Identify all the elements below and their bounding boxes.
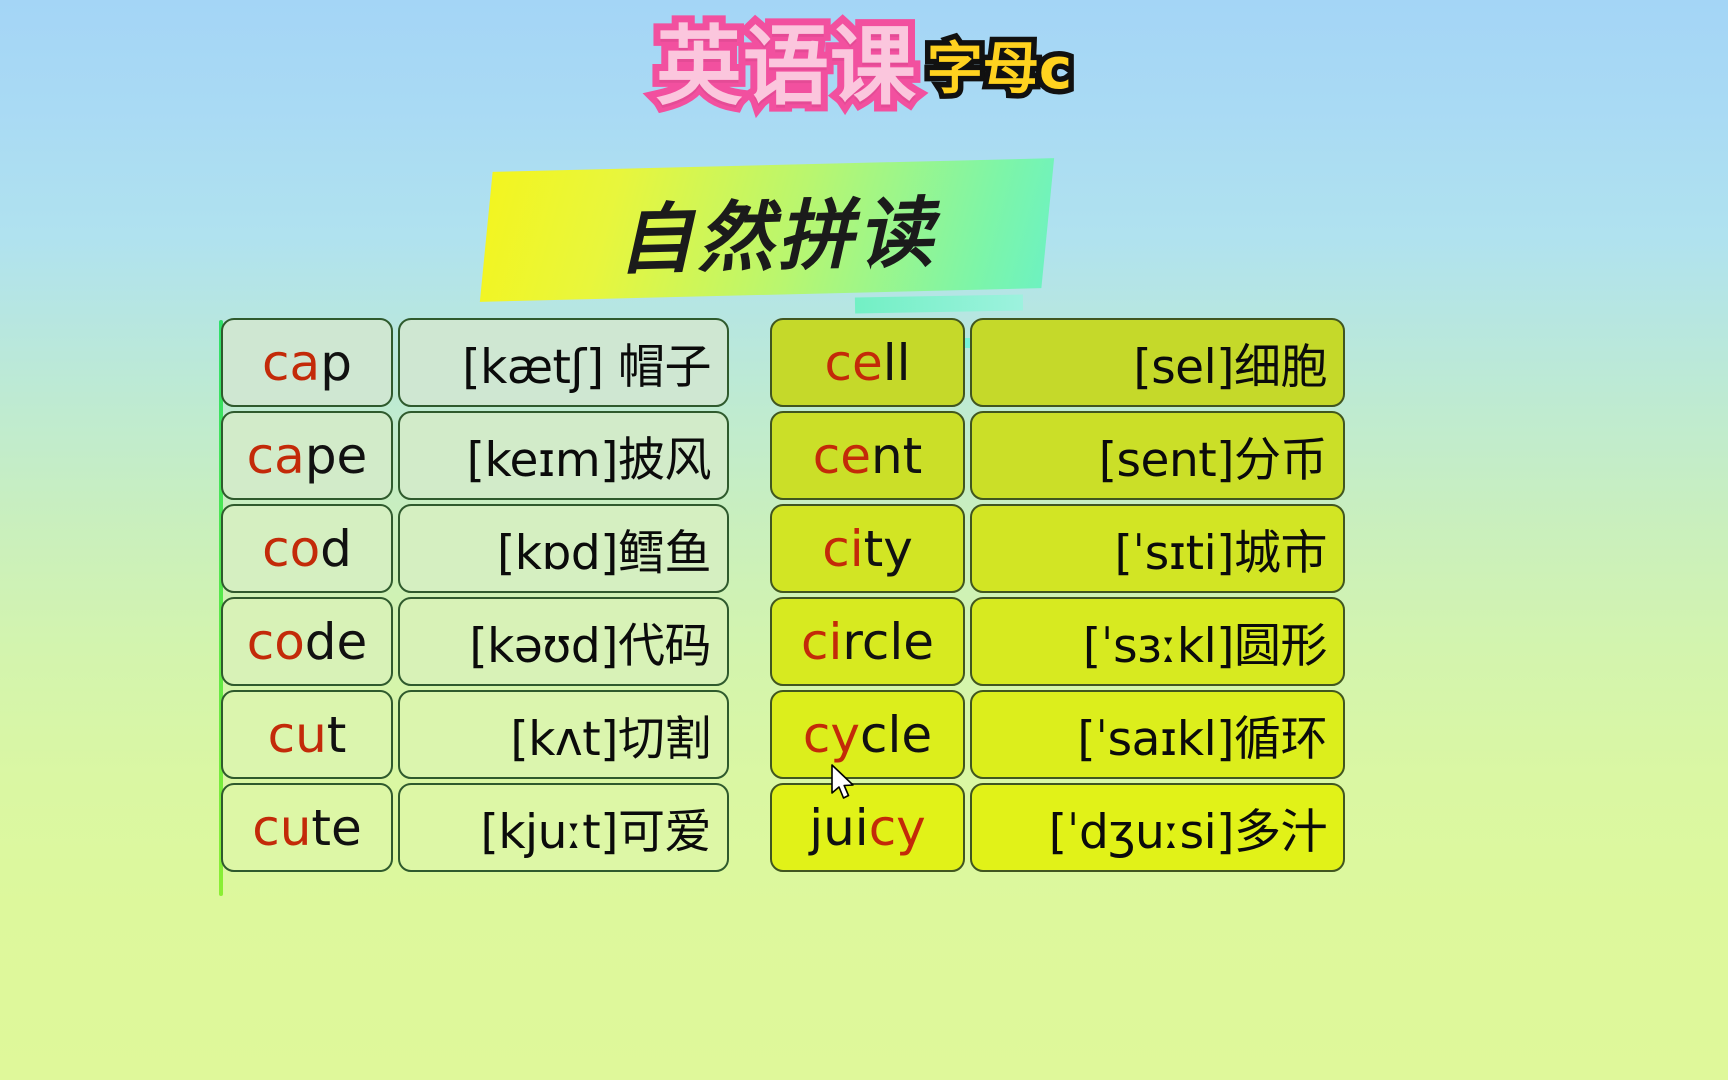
- definition-text: [ˈsaɪkl]循环: [1077, 712, 1327, 767]
- table-row: juicy [ˈdʒuːsi]多汁: [770, 783, 1347, 872]
- word-text: cell: [824, 334, 910, 392]
- table-row: cell [sel]细胞: [770, 318, 1347, 407]
- word-remainder: de: [304, 612, 368, 671]
- definition-text: [kætʃ] 帽子: [462, 340, 711, 395]
- word-cell[interactable]: city: [770, 504, 965, 593]
- word-text: cent: [813, 427, 923, 485]
- word-remainder: t: [326, 705, 347, 764]
- table-row: city [ˈsɪti]城市: [770, 504, 1347, 593]
- word-highlight: cu: [267, 705, 327, 764]
- word-remainder: rcle: [842, 612, 934, 671]
- word-highlight: cy: [868, 798, 926, 857]
- word-cell[interactable]: cycle: [770, 690, 965, 779]
- word-text: cape: [247, 427, 368, 485]
- word-remainder: nt: [870, 426, 923, 485]
- word-remainder: ty: [863, 519, 913, 578]
- definition-cell[interactable]: [ˈsɜːkl]圆形: [970, 597, 1345, 686]
- definition-cell[interactable]: [kjuːt]可爱: [398, 783, 729, 872]
- word-remainder: ll: [882, 333, 911, 392]
- table-row: cap [kætʃ] 帽子: [221, 318, 729, 407]
- definition-cell[interactable]: [keɪm]披风: [398, 411, 729, 500]
- word-remainder: d: [320, 519, 352, 578]
- table-row: cute [kjuːt]可爱: [221, 783, 729, 872]
- word-text: cute: [252, 799, 362, 857]
- word-cell[interactable]: circle: [770, 597, 965, 686]
- word-text: cut: [268, 706, 347, 764]
- definition-text: [kʌt]切割: [510, 712, 711, 767]
- word-cell[interactable]: cape: [221, 411, 393, 500]
- word-prefix: jui: [809, 798, 869, 857]
- word-highlight: ca: [246, 426, 305, 485]
- page-title-subject: 字母c: [921, 36, 1077, 103]
- definition-cell[interactable]: [kʌt]切割: [398, 690, 729, 779]
- table-row: cape [keɪm]披风: [221, 411, 729, 500]
- word-cell[interactable]: cut: [221, 690, 393, 779]
- word-cell[interactable]: code: [221, 597, 393, 686]
- word-text: cap: [262, 334, 352, 392]
- word-remainder: te: [311, 798, 362, 857]
- definition-cell[interactable]: [sel]细胞: [970, 318, 1345, 407]
- table-row: code [kəʊd]代码: [221, 597, 729, 686]
- soft-c-word-table: cell [sel]细胞 cent [sent]分币 city [ˈsɪti]城市 circ…: [770, 318, 1347, 872]
- word-highlight: ce: [824, 333, 883, 392]
- word-cell[interactable]: cap: [221, 318, 393, 407]
- word-remainder: cle: [859, 705, 933, 764]
- word-text: juicy: [809, 799, 926, 857]
- definition-text: [sent]分币: [1098, 433, 1328, 488]
- word-cell[interactable]: cent: [770, 411, 965, 500]
- page-title-main: 英语课: [649, 17, 923, 117]
- definition-text: [kəʊd]代码: [469, 619, 711, 674]
- definition-cell[interactable]: [ˈdʒuːsi]多汁: [970, 783, 1345, 872]
- word-cell[interactable]: cute: [221, 783, 393, 872]
- table-row: cent [sent]分币: [770, 411, 1347, 500]
- definition-text: [kjuːt]可爱: [480, 805, 712, 860]
- banner-label: 自然拼读: [616, 187, 939, 285]
- word-highlight: co: [262, 519, 321, 578]
- word-remainder: pe: [304, 426, 368, 485]
- definition-text: [ˈsɪti]城市: [1114, 526, 1327, 581]
- definition-text: [sel]细胞: [1133, 340, 1327, 395]
- table-row: circle [ˈsɜːkl]圆形: [770, 597, 1347, 686]
- word-cell[interactable]: cell: [770, 318, 965, 407]
- definition-cell[interactable]: [ˈsaɪkl]循环: [970, 690, 1345, 779]
- word-highlight: ci: [801, 612, 843, 671]
- banner-tail-accent: [854, 294, 1024, 314]
- word-highlight: cy: [802, 705, 860, 764]
- word-highlight: ca: [262, 333, 321, 392]
- word-text: cycle: [803, 706, 932, 764]
- word-highlight: co: [246, 612, 305, 671]
- definition-cell[interactable]: [kɒd]鳕鱼: [398, 504, 729, 593]
- definition-text: [ˈdʒuːsi]多汁: [1048, 805, 1328, 860]
- definition-cell[interactable]: [ˈsɪti]城市: [970, 504, 1345, 593]
- table-row: cycle [ˈsaɪkl]循环: [770, 690, 1347, 779]
- definition-text: [keɪm]披风: [466, 433, 712, 488]
- header: 英语课 字母c 自然拼读: [0, 0, 1728, 348]
- word-text: circle: [801, 613, 934, 671]
- word-cell[interactable]: juicy: [770, 783, 965, 872]
- word-text: code: [247, 613, 368, 671]
- hard-c-word-table: cap [kætʃ] 帽子 cape [keɪm]披风 cod [kɒd]鳕鱼 code [k…: [221, 318, 729, 872]
- word-highlight: cu: [252, 798, 312, 857]
- word-text: cod: [262, 520, 352, 578]
- table-row: cut [kʌt]切割: [221, 690, 729, 779]
- definition-cell[interactable]: [kəʊd]代码: [398, 597, 729, 686]
- word-highlight: ce: [812, 426, 871, 485]
- word-highlight: ci: [822, 519, 864, 578]
- table-row: cod [kɒd]鳕鱼: [221, 504, 729, 593]
- definition-cell[interactable]: [kætʃ] 帽子: [398, 318, 729, 407]
- word-remainder: p: [320, 333, 352, 392]
- definition-text: [kɒd]鳕鱼: [496, 526, 712, 581]
- word-text: city: [822, 520, 913, 578]
- definition-cell[interactable]: [sent]分币: [970, 411, 1345, 500]
- word-tables: cap [kætʃ] 帽子 cape [keɪm]披风 cod [kɒd]鳕鱼 code [k…: [0, 318, 1728, 898]
- title-row: 英语课 字母c: [0, 17, 1728, 117]
- definition-text: [ˈsɜːkl]圆形: [1082, 619, 1328, 674]
- word-cell[interactable]: cod: [221, 504, 393, 593]
- phonics-banner: 自然拼读: [479, 158, 1055, 302]
- page-background: 英语课 字母c 自然拼读 cap [kætʃ] 帽子 cape [keɪm]披风 cod…: [0, 0, 1728, 1080]
